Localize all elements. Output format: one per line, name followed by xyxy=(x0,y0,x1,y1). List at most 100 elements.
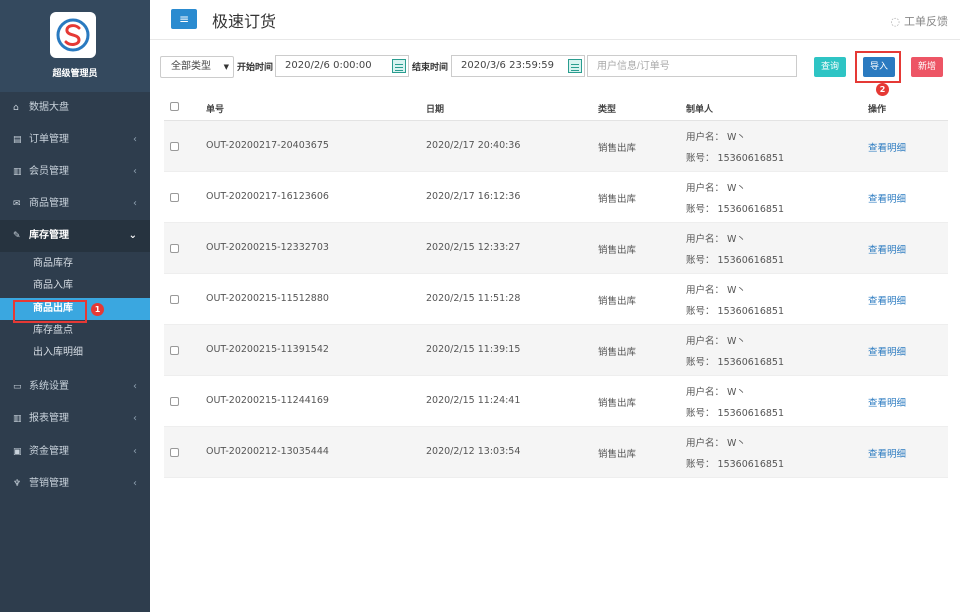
chevron-left-icon: ‹ xyxy=(133,446,137,457)
edit-icon: ✎ xyxy=(13,231,21,241)
column-header-order: 单号 xyxy=(206,105,225,115)
column-header-date: 日期 xyxy=(426,105,445,115)
caret-down-icon: ▼ xyxy=(223,63,229,71)
end-time-value: 2020/3/6 23:59:59 xyxy=(461,60,555,71)
column-header-maker: 制单人 xyxy=(686,105,714,115)
order-type: 销售出库 xyxy=(598,449,637,460)
maker-username: 用户名： W丶 xyxy=(686,183,746,194)
view-detail-link[interactable]: 查看明细 xyxy=(868,446,906,460)
table-row: OUT-20200212-13035444 2020/2/12 13:03:54… xyxy=(164,427,948,478)
view-detail-link[interactable]: 查看明细 xyxy=(868,242,906,256)
order-type: 销售出库 xyxy=(598,347,637,358)
filter-toolbar: 全部类型 ▼ 开始时间 2020/2/6 0:00:00 结束时间 2020/3… xyxy=(150,40,960,96)
row-checkbox[interactable] xyxy=(170,142,179,151)
calendar-icon[interactable] xyxy=(568,59,582,73)
chat-icon: ◌ xyxy=(890,15,900,28)
sidebar-item-marketing[interactable]: ♆ 营销管理 ‹ xyxy=(0,468,150,500)
calendar-icon[interactable] xyxy=(392,59,406,73)
type-select[interactable]: 全部类型 ▼ xyxy=(160,56,234,78)
chevron-left-icon: ‹ xyxy=(133,134,137,145)
sidebar-item-reports[interactable]: ▥ 报表管理 ‹ xyxy=(0,403,150,435)
order-number: OUT-20200215-11244169 xyxy=(206,395,329,406)
order-date: 2020/2/15 12:33:27 xyxy=(426,242,521,253)
table-header: 单号 日期 类型 制单人 操作 xyxy=(164,92,948,121)
order-icon: ▤ xyxy=(13,135,22,145)
sidebar-item-inventory[interactable]: ✎ 库存管理 ⌄ xyxy=(0,220,150,252)
monitor-icon: ▭ xyxy=(13,382,22,392)
start-time-input[interactable]: 2020/2/6 0:00:00 xyxy=(275,55,409,77)
order-number: OUT-20200215-11391542 xyxy=(206,344,329,355)
start-time-label: 开始时间 xyxy=(237,63,274,73)
query-button[interactable]: 查询 xyxy=(814,57,846,77)
sidebar-item-orders[interactable]: ▤ 订单管理 ‹ xyxy=(0,124,150,156)
sidebar-subitem-stock-in[interactable]: 商品入库 xyxy=(0,275,150,297)
select-all-checkbox[interactable] xyxy=(170,102,179,111)
logo-icon xyxy=(50,12,96,58)
sidebar-item-system[interactable]: ▭ 系统设置 ‹ xyxy=(0,371,150,403)
row-checkbox[interactable] xyxy=(170,448,179,457)
sidebar-item-products[interactable]: ✉ 商品管理 ‹ xyxy=(0,188,150,220)
table-row: OUT-20200217-20403675 2020/2/17 20:40:36… xyxy=(164,121,948,172)
maker-account: 账号： 15360616851 xyxy=(686,153,785,164)
end-time-input[interactable]: 2020/3/6 23:59:59 xyxy=(451,55,585,77)
bar-chart-icon: ▥ xyxy=(13,167,22,177)
table-row: OUT-20200215-12332703 2020/2/15 12:33:27… xyxy=(164,223,948,274)
sidebar: 超级管理员 ⌂ 数据大盘 ▤ 订单管理 ‹ ▥ 会员管理 ‹ ✉ 商品管理 ‹ ✎ 库存管… xyxy=(0,0,150,612)
view-detail-link[interactable]: 查看明细 xyxy=(868,395,906,409)
table-row: OUT-20200215-11244169 2020/2/15 11:24:41… xyxy=(164,376,948,427)
page-title: 极速订货 xyxy=(212,12,277,31)
feedback-link[interactable]: ◌ 工单反馈 xyxy=(890,13,948,29)
marketing-icon: ♆ xyxy=(13,479,22,489)
view-detail-link[interactable]: 查看明细 xyxy=(868,344,906,358)
order-number: OUT-20200217-20403675 xyxy=(206,140,329,151)
sidebar-item-label: 资金管理 xyxy=(29,446,69,457)
menu-toggle-button[interactable]: ≡ xyxy=(171,9,197,29)
order-maker: 用户名： W丶账号： 15360616851 xyxy=(686,280,784,322)
sidebar-item-members[interactable]: ▥ 会员管理 ‹ xyxy=(0,156,150,188)
row-checkbox[interactable] xyxy=(170,193,179,202)
sidebar-item-label: 数据大盘 xyxy=(29,102,69,113)
chevron-left-icon: ‹ xyxy=(133,166,137,177)
sidebar-item-dashboard[interactable]: ⌂ 数据大盘 xyxy=(0,92,150,124)
sidebar-subitem-stock-detail[interactable]: 出入库明细 xyxy=(0,342,150,364)
row-checkbox[interactable] xyxy=(170,295,179,304)
stock-out-table: 单号 日期 类型 制单人 操作 OUT-20200217-20403675 20… xyxy=(164,92,948,478)
order-date: 2020/2/15 11:39:15 xyxy=(426,344,521,355)
sidebar-item-label: 系统设置 xyxy=(29,381,69,392)
maker-account: 账号： 15360616851 xyxy=(686,255,785,266)
order-number: OUT-20200212-13035444 xyxy=(206,446,329,457)
sidebar-item-label: 商品管理 xyxy=(29,198,69,209)
order-type: 销售出库 xyxy=(598,245,637,256)
chevron-left-icon: ‹ xyxy=(133,381,137,392)
sidebar-item-funds[interactable]: ▣ 资金管理 ‹ xyxy=(0,436,150,468)
sidebar-subitem-stock[interactable]: 商品库存 xyxy=(0,253,150,275)
table-row: OUT-20200215-11512880 2020/2/15 11:51:28… xyxy=(164,274,948,325)
highlight-box xyxy=(855,51,901,83)
row-checkbox[interactable] xyxy=(170,346,179,355)
view-detail-link[interactable]: 查看明细 xyxy=(868,191,906,205)
sidebar-item-label: 会员管理 xyxy=(29,166,69,177)
sidebar-item-label: 营销管理 xyxy=(29,478,69,489)
maker-username: 用户名： W丶 xyxy=(686,234,746,245)
maker-username: 用户名： W丶 xyxy=(686,285,746,296)
table-row: OUT-20200217-16123606 2020/2/17 16:12:36… xyxy=(164,172,948,223)
row-checkbox[interactable] xyxy=(170,244,179,253)
search-input[interactable] xyxy=(587,55,797,77)
report-icon: ▥ xyxy=(13,414,22,424)
column-header-action: 操作 xyxy=(868,105,887,115)
order-type: 销售出库 xyxy=(598,143,637,154)
view-detail-link[interactable]: 查看明细 xyxy=(868,293,906,307)
order-date: 2020/2/17 16:12:36 xyxy=(426,191,521,202)
view-detail-link[interactable]: 查看明细 xyxy=(868,140,906,154)
add-button[interactable]: 新增 xyxy=(911,57,943,77)
sidebar-item-label: 报表管理 xyxy=(29,413,69,424)
feedback-label: 工单反馈 xyxy=(904,15,948,28)
row-checkbox[interactable] xyxy=(170,397,179,406)
sidebar-subitem-stocktake[interactable]: 库存盘点 xyxy=(0,320,150,342)
type-select-value: 全部类型 xyxy=(171,61,211,72)
sidebar-item-label: 订单管理 xyxy=(29,134,69,145)
maker-account: 账号： 15360616851 xyxy=(686,306,785,317)
order-number: OUT-20200217-16123606 xyxy=(206,191,329,202)
home-icon: ⌂ xyxy=(13,103,19,113)
order-type: 销售出库 xyxy=(598,296,637,307)
